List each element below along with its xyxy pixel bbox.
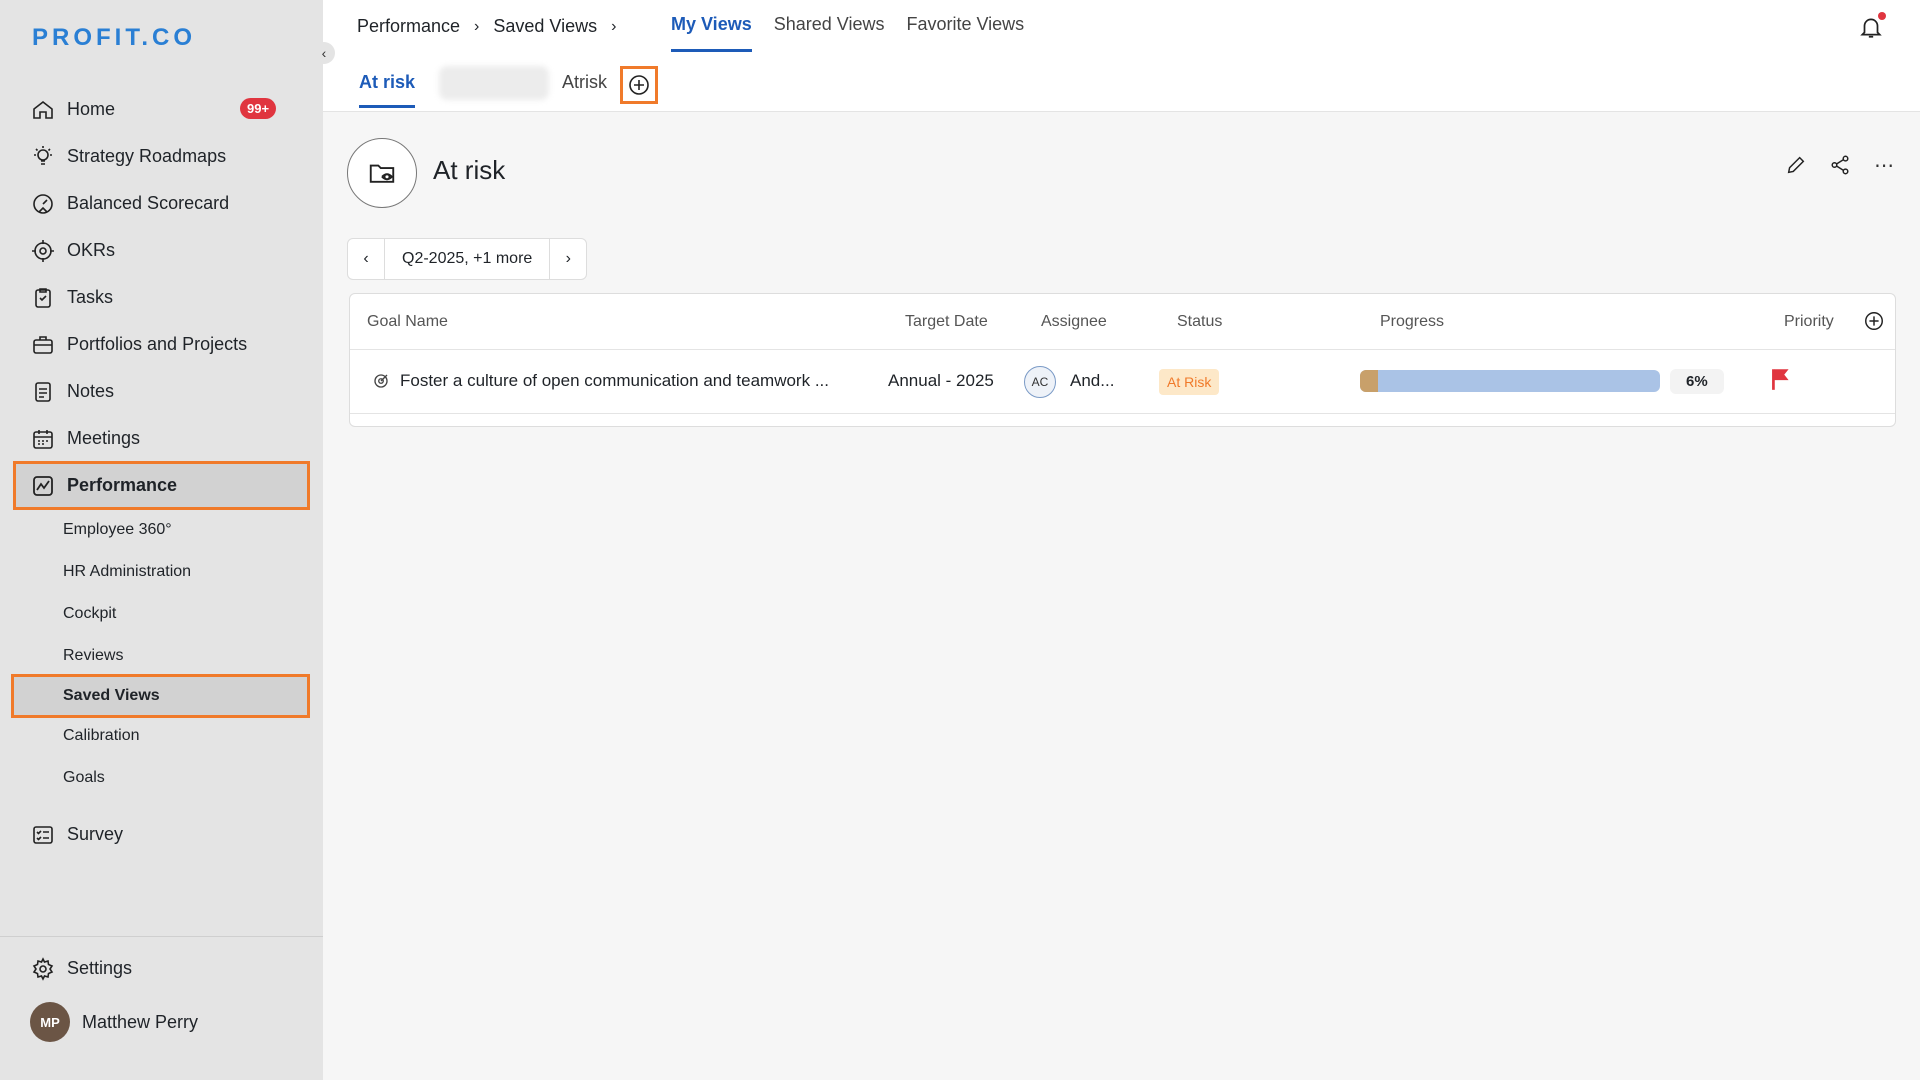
plus-circle-icon bbox=[629, 75, 649, 95]
sidebar-item-label: Tasks bbox=[67, 287, 114, 307]
progress-bar-fill bbox=[1360, 370, 1378, 392]
sidebar-item-meetings[interactable]: Meetings bbox=[0, 415, 323, 462]
tab-favorite-views[interactable]: Favorite Views bbox=[906, 14, 1024, 52]
sidebar-item-label: Strategy Roadmaps bbox=[67, 146, 227, 166]
view-actions: ⋯ bbox=[1784, 153, 1896, 177]
goal-name[interactable]: Foster a culture of open communication a… bbox=[400, 371, 829, 391]
sidebar-subitem-employee-360[interactable]: Employee 360° bbox=[0, 509, 323, 551]
briefcase-icon bbox=[30, 332, 56, 358]
more-options-icon[interactable]: ⋯ bbox=[1872, 153, 1896, 177]
notification-dot bbox=[1878, 12, 1886, 20]
sidebar-item-settings[interactable]: Settings bbox=[0, 945, 323, 992]
period-selector: ‹ Q2-2025, +1 more › bbox=[347, 238, 588, 280]
sidebar-item-tasks[interactable]: Tasks bbox=[0, 274, 323, 321]
sidebar-item-survey[interactable]: Survey bbox=[0, 811, 323, 858]
sidebar-subitem-goals[interactable]: Goals bbox=[0, 757, 323, 799]
sidebar-item-okrs[interactable]: OKRs bbox=[0, 227, 323, 274]
user-name: Matthew Perry bbox=[82, 1011, 199, 1032]
priority-flag-icon[interactable] bbox=[1768, 366, 1794, 397]
sidebar-item-label: Portfolios and Projects bbox=[67, 334, 248, 354]
chevron-right-icon: › bbox=[474, 17, 480, 35]
sidebar-item-performance[interactable]: Performance bbox=[13, 461, 310, 510]
share-icon[interactable] bbox=[1828, 153, 1852, 177]
sidebar-item-label: OKRs bbox=[67, 240, 116, 260]
sidebar-subitem-calibration[interactable]: Calibration bbox=[0, 715, 323, 757]
edit-pencil-icon[interactable] bbox=[1784, 153, 1808, 177]
tab-blurred[interactable] bbox=[439, 66, 549, 100]
sidebar-item-notes[interactable]: Notes bbox=[0, 368, 323, 415]
sidebar-subitem-cockpit[interactable]: Cockpit bbox=[0, 593, 323, 635]
goal-icon bbox=[372, 372, 390, 395]
sidebar-item-home[interactable]: Home 99+ bbox=[0, 86, 323, 133]
tab-atrisk[interactable]: Atrisk bbox=[562, 72, 607, 93]
column-header-progress[interactable]: Progress bbox=[1380, 313, 1444, 331]
sidebar-item-strategy-roadmaps[interactable]: Strategy Roadmaps bbox=[0, 133, 323, 180]
target-date: Annual - 2025 bbox=[888, 371, 994, 390]
home-icon bbox=[30, 97, 56, 123]
sidebar-item-label: Balanced Scorecard bbox=[67, 193, 230, 213]
notification-count-badge: 99+ bbox=[240, 98, 277, 119]
column-header-status[interactable]: Status bbox=[1177, 313, 1222, 331]
sidebar-item-label: Performance bbox=[67, 475, 178, 495]
tab-my-views[interactable]: My Views bbox=[671, 14, 752, 52]
sidebar-nav: Home 99+ Strategy Roadmaps Balanced Scor… bbox=[0, 86, 323, 858]
table-header: Goal Name Target Date Assignee Status Pr… bbox=[350, 294, 1895, 350]
add-view-button[interactable] bbox=[620, 66, 658, 104]
page-title: At risk bbox=[433, 155, 506, 185]
tab-shared-views[interactable]: Shared Views bbox=[774, 14, 885, 52]
main-content: At risk ⋯ ‹ Q2-2025, +1 more › Goal Name… bbox=[323, 113, 1920, 1080]
bulb-icon bbox=[30, 144, 56, 170]
sidebar-item-label: Meetings bbox=[67, 428, 141, 448]
app-logo[interactable]: PROFIT.CO bbox=[32, 24, 196, 52]
progress-bar bbox=[1360, 370, 1660, 392]
breadcrumb: Performance › Saved Views › bbox=[357, 16, 630, 37]
top-bar: Performance › Saved Views › My Views Sha… bbox=[323, 0, 1920, 56]
chevron-left-icon[interactable]: ‹ bbox=[348, 239, 384, 279]
sidebar: PROFIT.CO ‹ Home 99+ Strategy Roadmaps B… bbox=[0, 0, 335, 1080]
calendar-icon bbox=[30, 426, 56, 452]
clipboard-check-icon bbox=[30, 285, 56, 311]
breadcrumb-saved-views[interactable]: Saved Views bbox=[493, 16, 597, 37]
collapse-sidebar-button[interactable]: ‹ bbox=[313, 42, 335, 64]
column-header-goal-name[interactable]: Goal Name bbox=[367, 313, 448, 331]
gear-icon bbox=[30, 956, 56, 982]
assignee-name[interactable]: And... bbox=[1070, 371, 1114, 391]
sidebar-item-balanced-scorecard[interactable]: Balanced Scorecard bbox=[0, 180, 323, 227]
performance-chart-icon bbox=[30, 473, 56, 499]
sidebar-item-label: Survey bbox=[67, 824, 124, 844]
sidebar-item-label: Settings bbox=[67, 958, 133, 978]
view-type-tabs: My Views Shared Views Favorite Views bbox=[671, 14, 1046, 52]
chevron-right-icon[interactable]: › bbox=[550, 239, 586, 279]
column-header-assignee[interactable]: Assignee bbox=[1041, 313, 1107, 331]
period-label[interactable]: Q2-2025, +1 more bbox=[384, 239, 551, 279]
sidebar-subitem-saved-views[interactable]: Saved Views bbox=[11, 674, 310, 718]
scorecard-icon bbox=[30, 191, 56, 217]
column-header-priority[interactable]: Priority bbox=[1784, 313, 1834, 331]
user-profile[interactable]: MP Matthew Perry bbox=[0, 992, 323, 1052]
add-column-icon[interactable] bbox=[1863, 310, 1885, 337]
sidebar-item-label: Notes bbox=[67, 381, 115, 401]
sidebar-item-portfolios-and-projects[interactable]: Portfolios and Projects bbox=[0, 321, 323, 368]
breadcrumb-performance[interactable]: Performance bbox=[357, 16, 460, 37]
saved-view-tabs: At risk Atrisk bbox=[323, 56, 1920, 112]
sidebar-subitem-reviews[interactable]: Reviews bbox=[0, 635, 323, 677]
status-badge: At Risk bbox=[1159, 369, 1220, 395]
sidebar-subitem-hr-administration[interactable]: HR Administration bbox=[0, 551, 323, 593]
chevron-right-icon: › bbox=[611, 17, 617, 35]
tab-at-risk[interactable]: At risk bbox=[359, 72, 416, 108]
sidebar-item-label: Home bbox=[67, 99, 116, 119]
folder-eye-icon bbox=[347, 138, 417, 208]
survey-icon bbox=[30, 822, 56, 848]
target-icon bbox=[30, 238, 56, 264]
avatar: MP bbox=[30, 1002, 70, 1042]
column-header-target-date[interactable]: Target Date bbox=[905, 313, 988, 331]
notification-bell-icon[interactable] bbox=[1858, 12, 1886, 42]
sidebar-footer: Settings MP Matthew Perry bbox=[0, 936, 323, 1052]
table-row[interactable]: Foster a culture of open communication a… bbox=[350, 350, 1895, 414]
assignee-avatar: AC bbox=[1024, 366, 1056, 398]
progress-percent: 6% bbox=[1670, 369, 1724, 394]
goals-table: Goal Name Target Date Assignee Status Pr… bbox=[349, 293, 1896, 427]
notes-icon bbox=[30, 379, 56, 405]
